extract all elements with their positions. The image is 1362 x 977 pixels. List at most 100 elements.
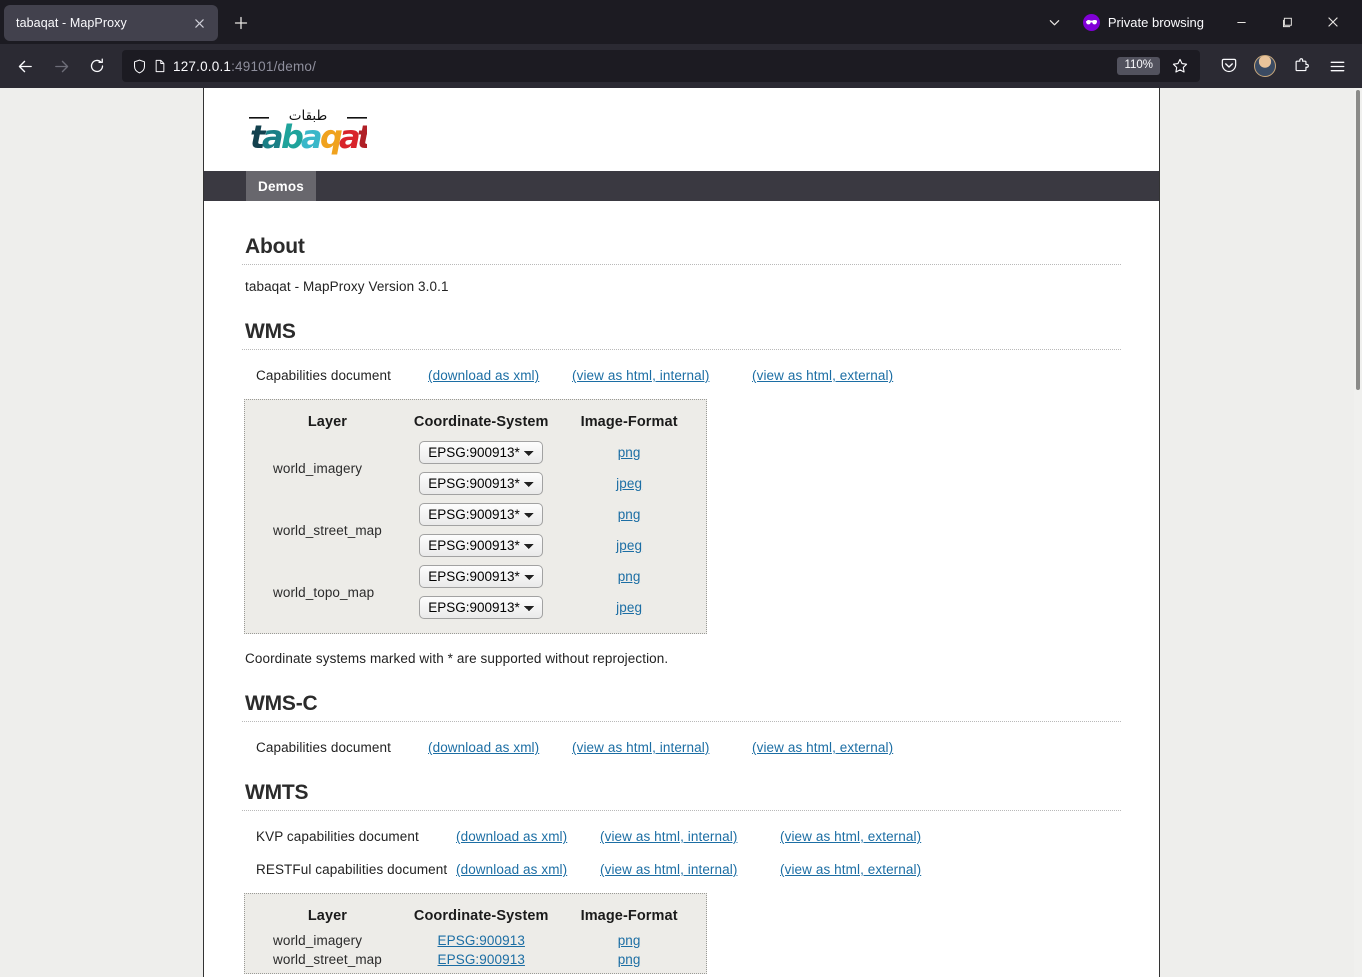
page-document-icon[interactable] [153, 59, 167, 73]
wmts-kvp-view-html-internal-link[interactable]: (view as html, internal) [600, 829, 780, 844]
url-path: :49101/demo/ [231, 58, 317, 74]
table-row: world_street_map EPSG:900913* png [257, 499, 694, 538]
wmts-kvp-label: KVP capabilities document [256, 829, 419, 844]
wmts-th-image-format: Image-Format [580, 908, 678, 924]
wmsc-view-html-internal-link[interactable]: (view as html, internal) [572, 740, 752, 755]
wms-reprojection-note: Coordinate systems marked with * are sup… [245, 651, 669, 666]
wms-srs-cell: EPSG:900913* [398, 499, 565, 530]
wmts-restful-label: RESTFul capabilities document [256, 862, 448, 877]
wms-srs-cell: EPSG:900913* [398, 437, 565, 468]
tab-title: tabaqat - MapProxy [16, 16, 127, 30]
shield-icon[interactable] [132, 59, 147, 74]
back-arrow-icon[interactable] [8, 50, 42, 82]
wmts-format-cell: png [565, 950, 694, 969]
wms-srs-select[interactable]: EPSG:900913* [419, 503, 544, 526]
wmts-th-coordinate-system: Coordinate-System [413, 908, 549, 924]
wms-srs-select[interactable]: EPSG:900913* [419, 596, 544, 619]
toolbar-right-icons [1208, 50, 1354, 82]
wms-download-xml-link[interactable]: (download as xml) [428, 368, 572, 383]
reload-icon[interactable] [80, 50, 114, 82]
wmts-kvp-view-html-external-link[interactable]: (view as html, external) [780, 829, 921, 844]
wmts-kvp-row: KVP capabilities document (download as x… [242, 811, 1121, 844]
wmsc-download-xml-link[interactable]: (download as xml) [428, 740, 572, 755]
browser-tab[interactable]: tabaqat - MapProxy [4, 5, 218, 41]
account-avatar[interactable] [1248, 50, 1282, 82]
table-row: world_topo_map EPSG:900913* png [257, 561, 694, 600]
wmsc-view-html-external-link[interactable]: (view as html, external) [752, 740, 893, 755]
wmts-format-link[interactable]: png [618, 933, 641, 948]
wms-format-link[interactable]: png [618, 445, 641, 460]
wmts-format-link[interactable]: png [618, 952, 641, 967]
private-browsing-label: Private browsing [1107, 14, 1204, 30]
nav-tab-demos[interactable]: Demos [246, 171, 317, 201]
vertical-scrollbar[interactable] [1354, 88, 1362, 977]
wms-format-cell: jpeg [565, 530, 694, 561]
url-host: 127.0.0.1 [173, 58, 232, 74]
wmts-format-cell: png [565, 931, 694, 950]
wmts-table-body: world_imagery EPSG:900913 png world_stre… [257, 931, 694, 969]
private-mask-icon [1082, 13, 1100, 31]
table-row: world_street_map EPSG:900913 png [257, 950, 694, 969]
wms-format-cell: jpeg [565, 468, 694, 499]
wmts-srs-cell: EPSG:900913 [398, 950, 565, 969]
wms-th-image-format: Image-Format [580, 414, 678, 430]
close-icon[interactable] [188, 12, 210, 34]
svg-text:b: b [281, 118, 304, 156]
wms-srs-cell: EPSG:900913* [398, 530, 565, 561]
wms-srs-select[interactable]: EPSG:900913* [419, 472, 544, 495]
pocket-icon[interactable] [1212, 50, 1246, 82]
wmts-srs-link[interactable]: EPSG:900913 [438, 933, 525, 948]
wmts-restful-download-xml-link[interactable]: (download as xml) [456, 862, 600, 877]
wms-view-html-internal-link[interactable]: (view as html, internal) [572, 368, 752, 383]
extensions-puzzle-icon[interactable] [1284, 50, 1318, 82]
minimize-window-button[interactable] [1218, 0, 1264, 44]
forward-arrow-icon[interactable] [44, 50, 78, 82]
browser-window: tabaqat - MapProxy Private browsing 127.… [0, 0, 1362, 977]
wmts-kvp-download-xml-link[interactable]: (download as xml) [456, 829, 600, 844]
wms-format-link[interactable]: png [618, 569, 641, 584]
wms-th-coordinate-system: Coordinate-System [413, 414, 549, 430]
svg-text:a: a [262, 118, 284, 156]
wms-srs-cell: EPSG:900913* [398, 561, 565, 592]
about-version-line: tabaqat - MapProxy Version 3.0.1 [245, 279, 449, 294]
table-row: world_imagery EPSG:900913* png [257, 437, 694, 476]
wmts-restful-view-html-external-link[interactable]: (view as html, external) [780, 862, 921, 877]
zoom-level-badge[interactable]: 110% [1117, 57, 1160, 75]
new-tab-button[interactable] [226, 8, 256, 38]
mapproxy-demo-page: طبقات t a b a q a t Demos [203, 88, 1160, 977]
wms-srs-select[interactable]: EPSG:900913* [419, 441, 544, 464]
chevron-down-icon[interactable] [1035, 4, 1075, 40]
wmsc-capabilities-row: Capabilities document (download as xml) … [242, 722, 1121, 755]
page-content: About tabaqat - MapProxy Version 3.0.1 W… [204, 201, 1159, 977]
wms-format-link[interactable]: jpeg [616, 538, 642, 553]
wms-view-html-external-link[interactable]: (view as html, external) [752, 368, 893, 383]
wms-srs-cell: EPSG:900913* [398, 468, 565, 499]
wmts-srs-link[interactable]: EPSG:900913 [438, 952, 525, 967]
wms-layer-name: world_topo_map [273, 584, 375, 600]
scrollbar-thumb[interactable] [1356, 90, 1360, 390]
wms-format-link[interactable]: png [618, 507, 641, 522]
wms-srs-select[interactable]: EPSG:900913* [419, 534, 544, 557]
wms-th-layer: Layer [307, 414, 348, 430]
wmts-restful-view-html-internal-link[interactable]: (view as html, internal) [600, 862, 780, 877]
tabstrip-right-controls: Private browsing [1035, 0, 1362, 44]
wms-srs-select[interactable]: EPSG:900913* [419, 565, 544, 588]
wms-format-cell: jpeg [565, 592, 694, 623]
wms-format-link[interactable]: jpeg [616, 600, 642, 615]
wms-layer-table: Layer Coordinate-System Image-Format wor… [244, 399, 707, 634]
wms-format-link[interactable]: jpeg [616, 476, 642, 491]
wms-heading: WMS [242, 320, 1121, 350]
wmts-layer-table: Layer Coordinate-System Image-Format wor… [244, 893, 707, 974]
wms-capabilities-label: Capabilities document [256, 368, 391, 383]
url-text[interactable]: 127.0.0.1:49101/demo/ [173, 59, 1111, 74]
hamburger-menu-icon[interactable] [1320, 50, 1354, 82]
site-nav: Demos [204, 171, 1159, 201]
maximize-window-button[interactable] [1264, 0, 1310, 44]
wms-capabilities-row: Capabilities document (download as xml) … [242, 350, 1121, 383]
close-window-button[interactable] [1310, 0, 1356, 44]
address-bar[interactable]: 127.0.0.1:49101/demo/ 110% [122, 50, 1200, 82]
star-icon[interactable] [1166, 52, 1194, 80]
wmts-layer-name: world_imagery [273, 933, 363, 948]
tabaqat-logo: طبقات t a b a q a t [249, 108, 367, 156]
wmts-th-layer: Layer [307, 908, 348, 924]
